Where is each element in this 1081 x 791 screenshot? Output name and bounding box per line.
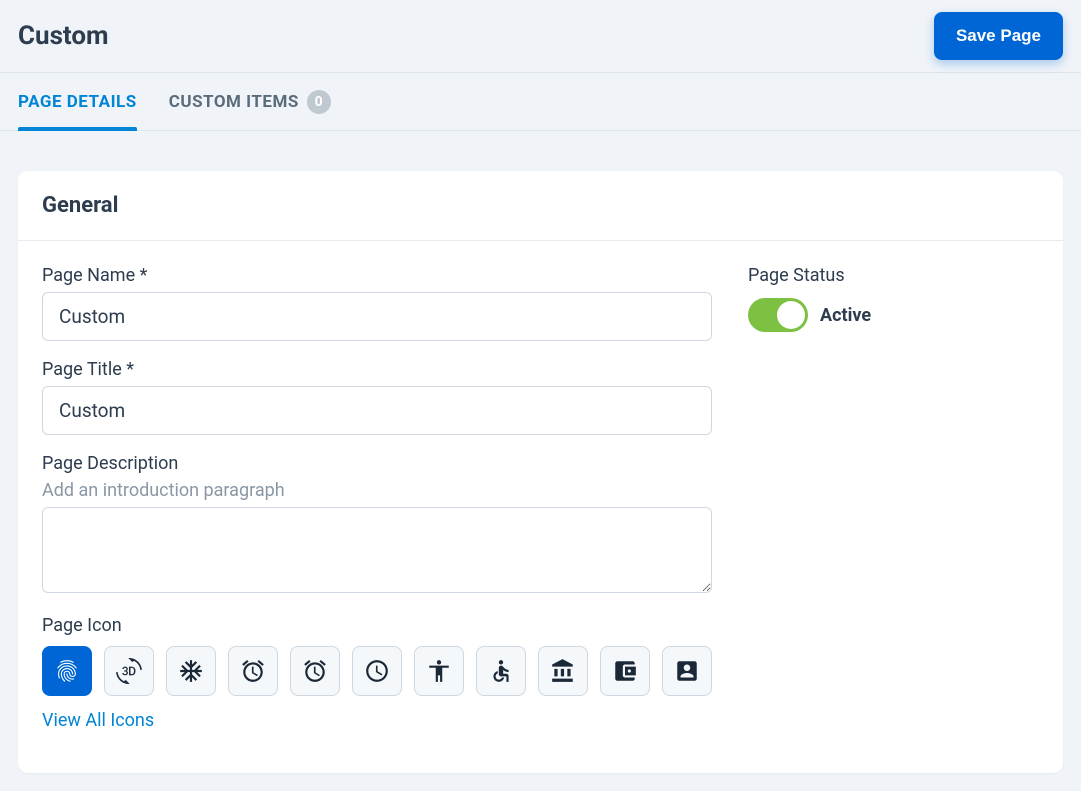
page-name-input[interactable]	[42, 292, 712, 341]
icon-option-fingerprint[interactable]	[42, 646, 92, 696]
icon-grid	[42, 646, 712, 696]
account-box-icon	[674, 658, 700, 684]
page-status-label: Page Status	[748, 265, 1039, 286]
access-alarms-icon	[302, 658, 328, 684]
general-heading: General	[42, 193, 1039, 218]
ac-unit-icon	[178, 658, 204, 684]
icon-option-account-balance-wallet[interactable]	[600, 646, 650, 696]
view-all-icons-link[interactable]: View All Icons	[42, 710, 154, 731]
status-column: Page Status Active	[748, 265, 1039, 749]
icon-option-rotation-3d[interactable]	[104, 646, 154, 696]
card-body: Page Name * Page Title * Page Descriptio…	[18, 241, 1063, 773]
form-column: Page Name * Page Title * Page Descriptio…	[42, 265, 712, 749]
icon-option-account-balance[interactable]	[538, 646, 588, 696]
page-description-field: Page Description Add an introduction par…	[42, 453, 712, 597]
icon-option-accessibility[interactable]	[414, 646, 464, 696]
page-header: Custom Save Page	[0, 0, 1081, 73]
page-title-input[interactable]	[42, 386, 712, 435]
access-time-icon	[364, 658, 390, 684]
general-card: General Page Name * Page Title * Page De…	[18, 171, 1063, 773]
access-alarm-icon	[240, 658, 266, 684]
page-title: Custom	[18, 21, 109, 51]
tabs: PAGE DETAILS CUSTOM ITEMS 0	[0, 73, 1081, 131]
icon-option-access-alarms[interactable]	[290, 646, 340, 696]
rotation-3d-icon	[116, 658, 142, 684]
icon-option-access-time[interactable]	[352, 646, 402, 696]
toggle-knob	[777, 301, 805, 329]
tab-page-details[interactable]: PAGE DETAILS	[18, 74, 137, 130]
page-description-hint: Add an introduction paragraph	[42, 480, 712, 501]
page-title-field: Page Title *	[42, 359, 712, 435]
save-page-button[interactable]: Save Page	[934, 12, 1063, 60]
tab-label: PAGE DETAILS	[18, 92, 137, 112]
page-name-field: Page Name *	[42, 265, 712, 341]
page-icon-field: Page Icon	[42, 615, 712, 731]
fingerprint-icon	[54, 658, 80, 684]
page-name-label: Page Name *	[42, 265, 712, 286]
page-icon-label: Page Icon	[42, 615, 712, 636]
content: General Page Name * Page Title * Page De…	[0, 131, 1081, 791]
tab-custom-items[interactable]: CUSTOM ITEMS 0	[169, 72, 331, 132]
tab-label: CUSTOM ITEMS	[169, 92, 299, 112]
account-balance-wallet-icon	[612, 658, 638, 684]
icon-option-ac-unit[interactable]	[166, 646, 216, 696]
icon-option-access-alarm[interactable]	[228, 646, 278, 696]
account-balance-icon	[550, 658, 576, 684]
custom-items-count-badge: 0	[307, 90, 331, 114]
icon-option-account-box[interactable]	[662, 646, 712, 696]
icon-option-accessible[interactable]	[476, 646, 526, 696]
status-active-label: Active	[820, 305, 871, 326]
page-status-toggle[interactable]	[748, 298, 808, 332]
accessibility-icon	[426, 658, 452, 684]
page-title-label: Page Title *	[42, 359, 712, 380]
accessible-icon	[488, 658, 514, 684]
status-toggle-row: Active	[748, 298, 1039, 332]
page-description-input[interactable]	[42, 507, 712, 593]
card-header: General	[18, 171, 1063, 241]
page-description-label: Page Description	[42, 453, 712, 474]
